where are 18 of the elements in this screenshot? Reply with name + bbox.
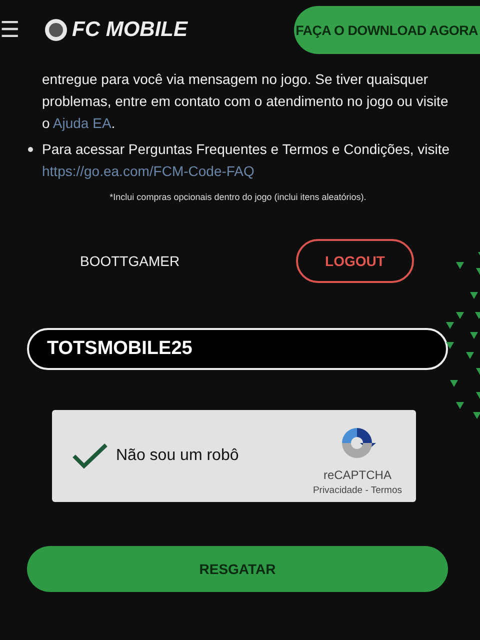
intro-paragraph: entregue para você via mensagem no jogo. Se tiver quaisquer problemas, entre em contato com o atendimento no jogo ou visite o Ajuda EA. xyxy=(42,70,450,133)
checkbox[interactable] xyxy=(72,442,108,470)
recaptcha-text: reCAPTCHA xyxy=(323,468,392,482)
help-link[interactable]: Ajuda EA xyxy=(52,115,112,131)
ea-badge-icon xyxy=(44,18,68,42)
bullet-text: Para acessar Perguntas Frequentes e Termos e Condições, visite https://go.ea.com/FCM-Code-FAQ xyxy=(42,140,451,181)
privacy-terms-text: Privacidade - Termos xyxy=(312,485,402,496)
bullet-icon xyxy=(28,147,33,152)
logout-button[interactable]: LOGOUT xyxy=(296,239,414,283)
faq-link[interactable]: https://go.ea.com/FCM-Code-FAQ xyxy=(42,163,254,179)
logo-text: FC MOBILE xyxy=(72,18,188,42)
code-field[interactable]: TOTSMOBILE25 xyxy=(27,328,448,370)
download-button[interactable]: FAÇA O DOWNLOAD AGORA xyxy=(294,6,480,54)
checkmark-icon xyxy=(72,442,108,470)
footnote: *Inclui compras opcionais dentro do jogo (inclui itens aleatórios). xyxy=(108,192,368,202)
redeem-button[interactable]: RESGATAR xyxy=(27,546,448,592)
username: BOOTTGAMER xyxy=(80,253,180,269)
captcha-label: Não sou um robô xyxy=(116,447,239,465)
